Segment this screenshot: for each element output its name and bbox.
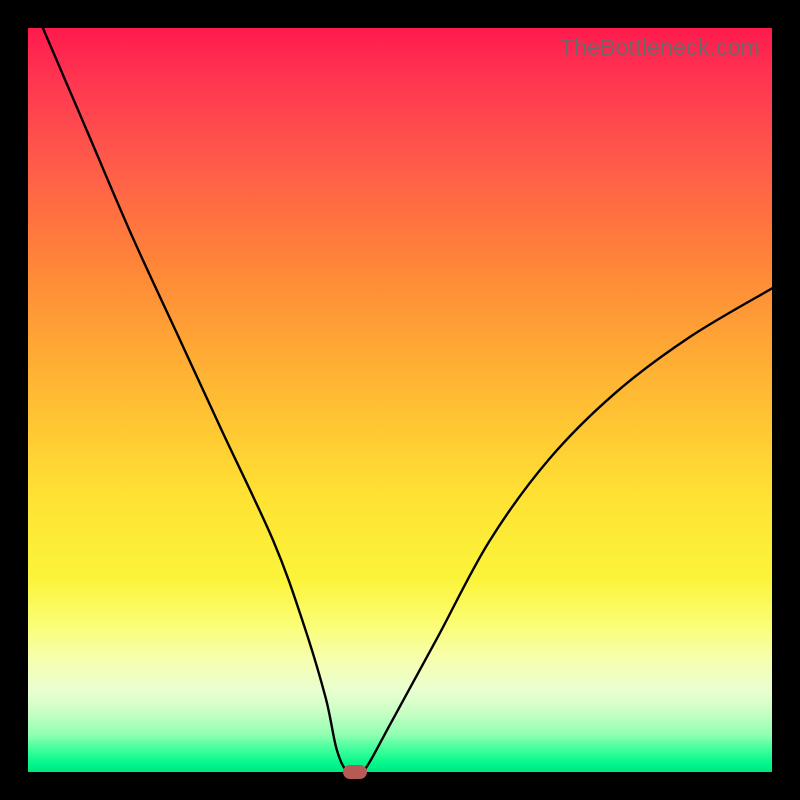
bottleneck-curve [28, 28, 772, 772]
minimum-marker [343, 765, 367, 779]
chart-frame: TheBottleneck.com [0, 0, 800, 800]
plot-area: TheBottleneck.com [28, 28, 772, 772]
